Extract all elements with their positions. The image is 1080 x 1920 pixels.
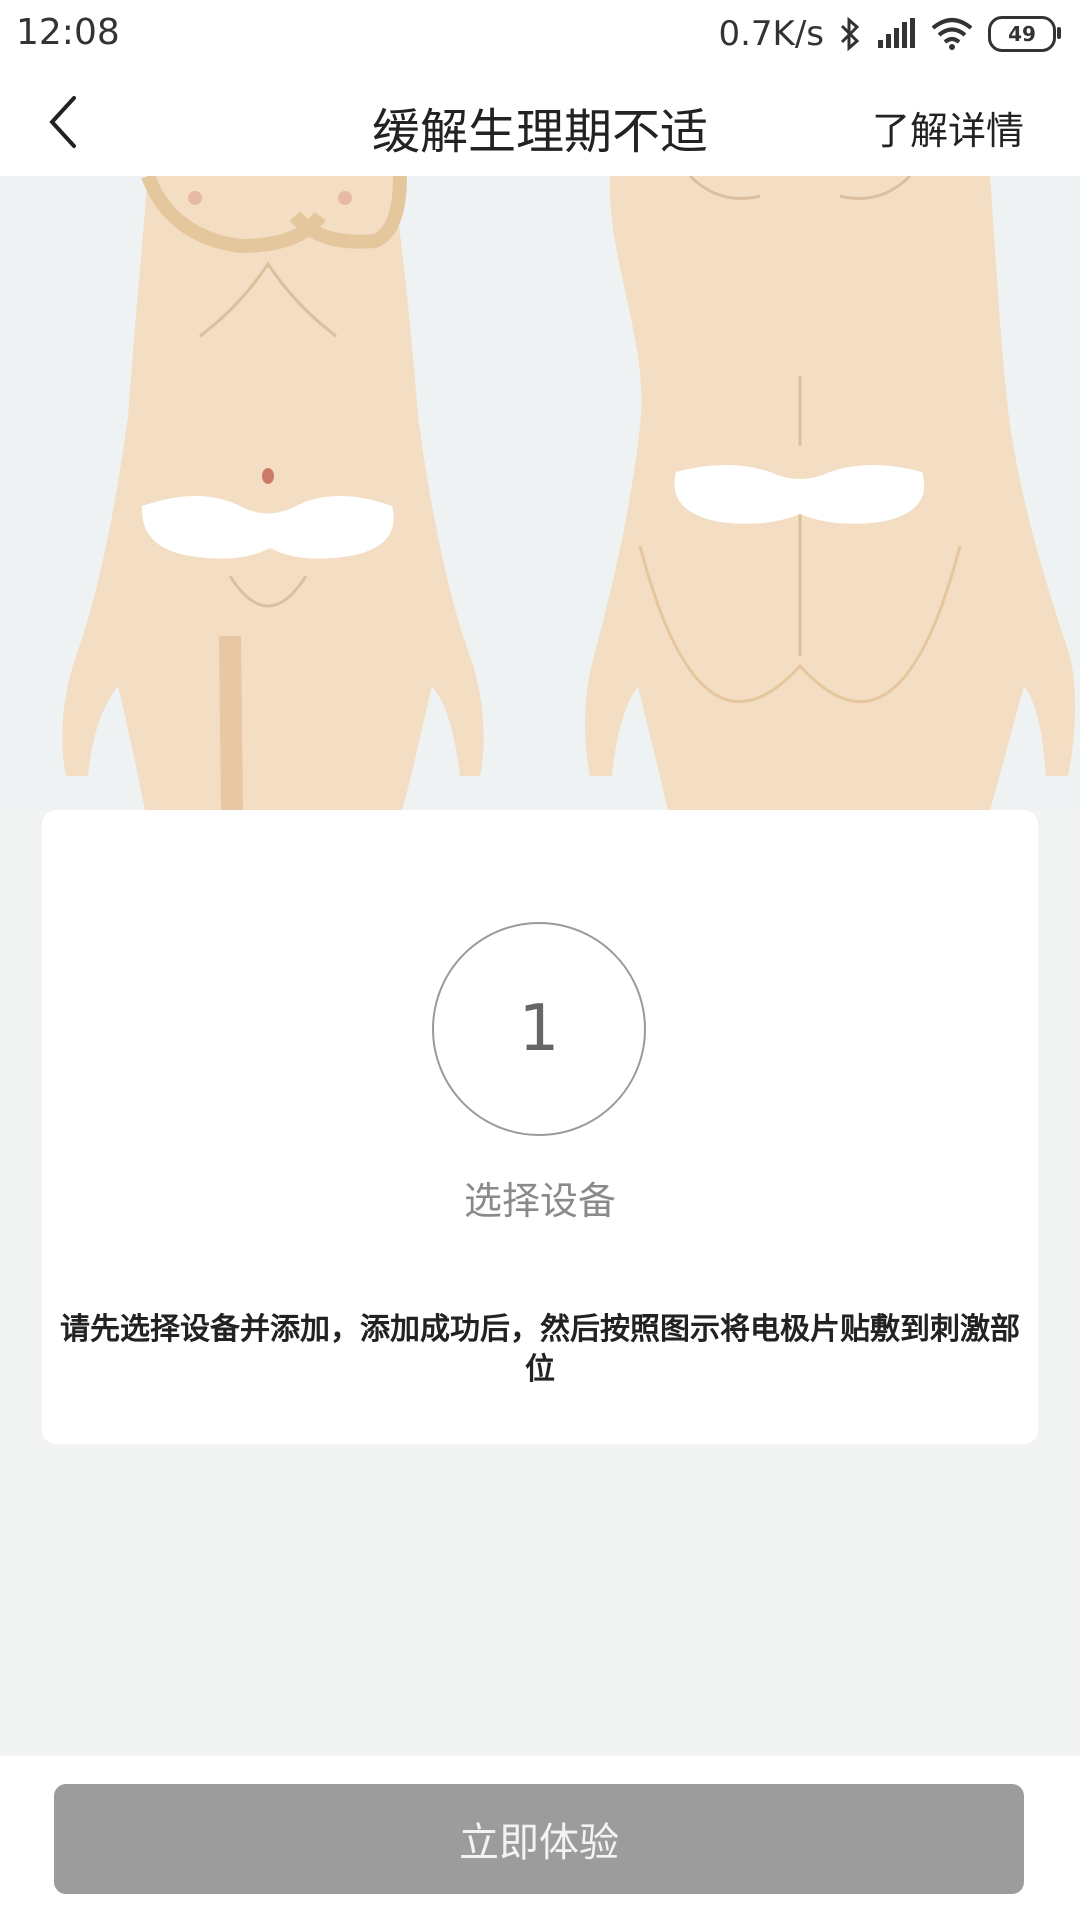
bluetooth-icon xyxy=(840,17,860,51)
battery-icon: 49 xyxy=(988,16,1061,52)
instruction-text: 请先选择设备并添加，添加成功后，然后按照图示将电极片贴敷到刺激部位 xyxy=(60,1312,1020,1387)
net-speed: 0.7K/s xyxy=(718,14,824,54)
status-icons: 0.7K/s 49 xyxy=(718,10,1061,58)
status-time: 12:08 xyxy=(16,12,120,53)
nav-bar: 缓解生理期不适 了解详情 xyxy=(0,70,1080,176)
body-illustration xyxy=(62,176,1076,810)
back-button[interactable] xyxy=(40,92,100,152)
step-label[interactable]: 选择设备 xyxy=(42,1170,1038,1225)
step-card: 1 选择设备 请先选择设备并添加，添加成功后，然后按照图示将电极片贴敷到刺激部位 xyxy=(42,810,1038,1444)
wifi-icon xyxy=(931,18,973,50)
front-body-figure xyxy=(62,176,484,810)
try-now-button[interactable]: 立即体验 xyxy=(54,1784,1024,1894)
signal-icon xyxy=(878,18,915,48)
battery-level: 49 xyxy=(1008,22,1036,46)
electrode-placement-illustration xyxy=(0,176,1080,810)
status-bar: 12:08 0.7K/s 49 xyxy=(0,0,1080,70)
step-number: 1 xyxy=(518,992,560,1066)
step-number-circle[interactable]: 1 xyxy=(432,922,646,1136)
learn-more-link[interactable]: 了解详情 xyxy=(872,100,1024,155)
bottom-bar: 立即体验 xyxy=(0,1756,1080,1920)
chevron-left-icon xyxy=(49,96,76,148)
